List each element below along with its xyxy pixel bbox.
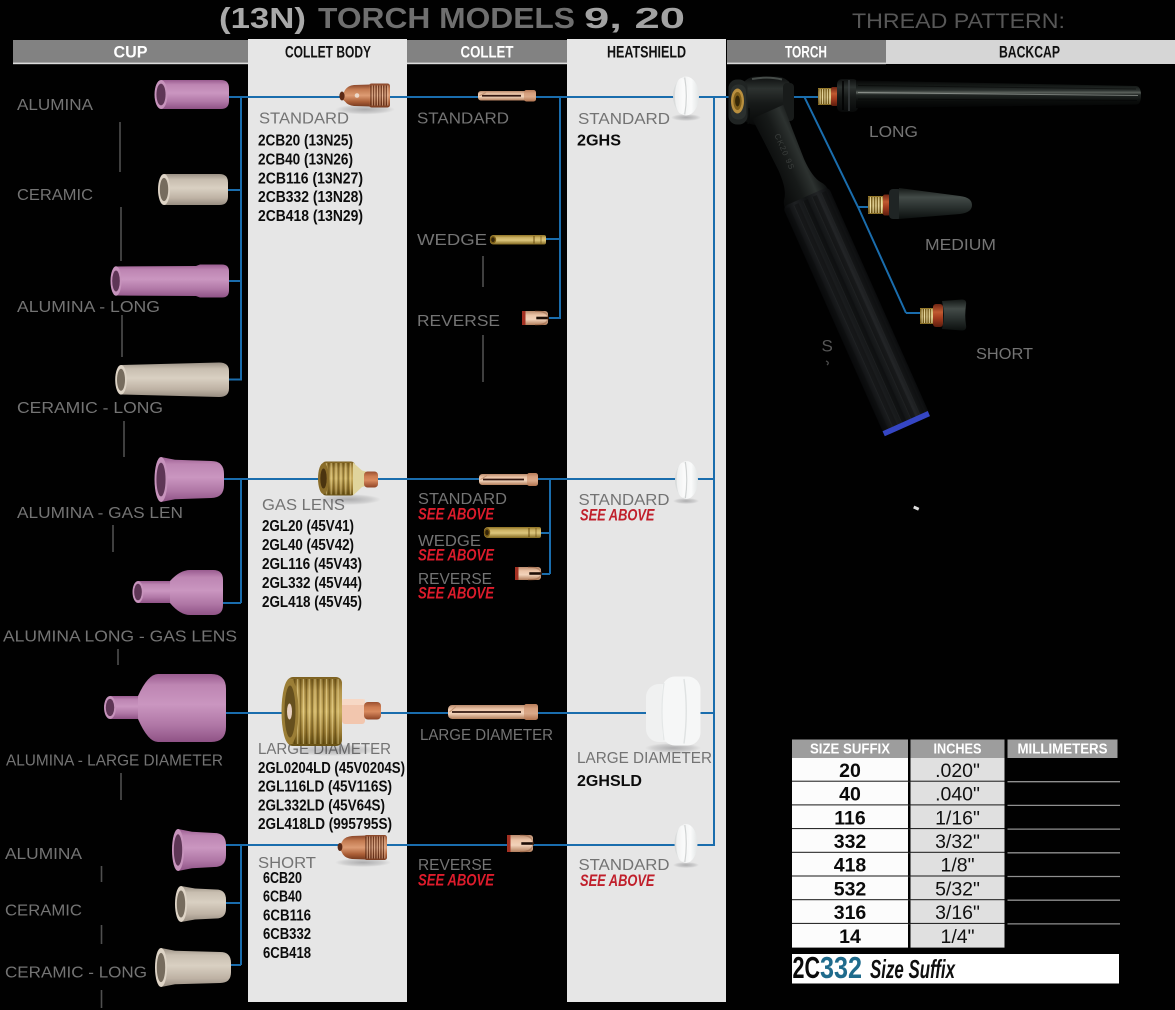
svg-text:5/32": 5/32" bbox=[935, 878, 980, 900]
svg-text:SEE ABOVE: SEE ABOVE bbox=[580, 871, 655, 890]
svg-text:2GHSLD: 2GHSLD bbox=[577, 773, 642, 790]
svg-text:SEE ABOVE: SEE ABOVE bbox=[418, 871, 494, 890]
svg-text:6CB332: 6CB332 bbox=[263, 926, 311, 943]
svg-text:CERAMIC: CERAMIC bbox=[17, 187, 93, 204]
svg-text:40: 40 bbox=[839, 784, 861, 806]
svg-text:WEDGE: WEDGE bbox=[417, 232, 487, 249]
svg-text:1/8": 1/8" bbox=[940, 855, 974, 877]
svg-text:2GL332 (45V44): 2GL332 (45V44) bbox=[262, 575, 362, 592]
svg-text:CERAMIC - LONG: CERAMIC - LONG bbox=[17, 400, 163, 417]
svg-text:COLLET: COLLET bbox=[461, 43, 514, 62]
svg-text:14: 14 bbox=[839, 926, 861, 948]
svg-text:3/32": 3/32" bbox=[935, 831, 980, 853]
svg-text:9, 20: 9, 20 bbox=[584, 3, 685, 35]
svg-text:2GL418LD (995795S): 2GL418LD (995795S) bbox=[258, 816, 392, 833]
svg-text:2GL0204LD (45V0204S): 2GL0204LD (45V0204S) bbox=[258, 760, 405, 777]
svg-text:SEE ABOVE: SEE ABOVE bbox=[418, 505, 494, 524]
svg-text:418: 418 bbox=[834, 855, 867, 877]
svg-text:6CB40: 6CB40 bbox=[263, 889, 302, 906]
svg-text:2GL40 (45V42): 2GL40 (45V42) bbox=[262, 537, 354, 554]
svg-text:SEE ABOVE: SEE ABOVE bbox=[418, 546, 494, 565]
svg-text:2GL116LD (45V116S): 2GL116LD (45V116S) bbox=[258, 779, 392, 796]
svg-text:TORCH: TORCH bbox=[785, 43, 827, 62]
svg-text:ALUMINA - LARGE DIAMETER: ALUMINA - LARGE DIAMETER bbox=[6, 753, 223, 770]
svg-text:THREAD PATTERN:: THREAD PATTERN: bbox=[852, 9, 1065, 33]
svg-text:2GL116 (45V43): 2GL116 (45V43) bbox=[262, 556, 362, 573]
svg-text:SHORT: SHORT bbox=[976, 346, 1034, 363]
svg-text:316: 316 bbox=[834, 902, 867, 924]
svg-text:2CB40 (13N26): 2CB40 (13N26) bbox=[258, 151, 353, 168]
svg-text:LARGE DIAMETER: LARGE DIAMETER bbox=[577, 750, 712, 767]
svg-text:ALUMINA: ALUMINA bbox=[5, 846, 83, 863]
svg-text:SEE ABOVE: SEE ABOVE bbox=[580, 506, 655, 525]
svg-text:ALUMINA - GAS LEN: ALUMINA - GAS LEN bbox=[17, 505, 183, 522]
svg-text:Size Suffix: Size Suffix bbox=[870, 954, 956, 984]
svg-text:2GL20 (45V41): 2GL20 (45V41) bbox=[262, 518, 354, 535]
svg-text:SEE ABOVE: SEE ABOVE bbox=[418, 584, 494, 603]
svg-text:MILLIMETERS: MILLIMETERS bbox=[1018, 741, 1108, 758]
svg-text:2GL332LD (45V64S): 2GL332LD (45V64S) bbox=[258, 797, 385, 814]
svg-text:532: 532 bbox=[834, 878, 867, 900]
svg-text:BACKCAP: BACKCAP bbox=[999, 43, 1060, 62]
svg-text:20: 20 bbox=[839, 760, 861, 782]
svg-text:MEDIUM: MEDIUM bbox=[925, 237, 996, 254]
svg-text:STANDARD: STANDARD bbox=[259, 111, 349, 128]
svg-text:332: 332 bbox=[834, 831, 867, 853]
svg-text:3/16": 3/16" bbox=[935, 902, 980, 924]
svg-text:CERAMIC: CERAMIC bbox=[5, 903, 82, 920]
svg-text:LONG: LONG bbox=[869, 124, 918, 141]
svg-text:ALUMINA - LONG: ALUMINA - LONG bbox=[17, 299, 160, 316]
svg-text:2GL418 (45V45): 2GL418 (45V45) bbox=[262, 594, 362, 611]
svg-text:TORCH MODELS: TORCH MODELS bbox=[318, 3, 575, 35]
svg-text:STANDARD: STANDARD bbox=[417, 111, 509, 128]
svg-text:COLLET BODY: COLLET BODY bbox=[285, 43, 371, 62]
svg-text:6CB116: 6CB116 bbox=[263, 907, 311, 924]
svg-text:ALUMINA: ALUMINA bbox=[17, 97, 94, 114]
svg-text:CERAMIC - LONG: CERAMIC - LONG bbox=[5, 965, 147, 982]
svg-text:ALUMINA LONG - GAS LENS: ALUMINA LONG - GAS LENS bbox=[3, 629, 237, 646]
svg-text:.040": .040" bbox=[935, 784, 980, 806]
svg-text:2C: 2C bbox=[793, 950, 821, 985]
svg-text:(13N): (13N) bbox=[219, 3, 306, 35]
svg-text:2CB20 (13N25): 2CB20 (13N25) bbox=[258, 133, 353, 150]
svg-text:1/4": 1/4" bbox=[940, 926, 974, 948]
svg-text:SIZE SUFFIX: SIZE SUFFIX bbox=[810, 741, 890, 758]
svg-text:2GHS: 2GHS bbox=[577, 133, 621, 150]
svg-text:6CB20: 6CB20 bbox=[263, 870, 302, 887]
svg-text:HEATSHIELD: HEATSHIELD bbox=[607, 43, 686, 62]
svg-text:1/16": 1/16" bbox=[935, 807, 980, 829]
svg-text:INCHES: INCHES bbox=[934, 741, 982, 758]
svg-text:LARGE DIAMETER: LARGE DIAMETER bbox=[420, 727, 553, 744]
svg-text:2CB418 (13N29): 2CB418 (13N29) bbox=[258, 208, 363, 225]
svg-text:2CB116 (13N27): 2CB116 (13N27) bbox=[258, 170, 363, 187]
svg-text:S: S bbox=[822, 337, 833, 356]
svg-text:CUP: CUP bbox=[114, 43, 148, 62]
svg-text:.020": .020" bbox=[935, 760, 980, 782]
svg-text:STANDARD: STANDARD bbox=[578, 111, 670, 128]
svg-text:332: 332 bbox=[820, 950, 862, 985]
svg-text:6CB418: 6CB418 bbox=[263, 945, 311, 962]
svg-text:116: 116 bbox=[834, 807, 866, 829]
svg-text:REVERSE: REVERSE bbox=[417, 313, 500, 330]
svg-text:2CB332 (13N28): 2CB332 (13N28) bbox=[258, 189, 363, 206]
